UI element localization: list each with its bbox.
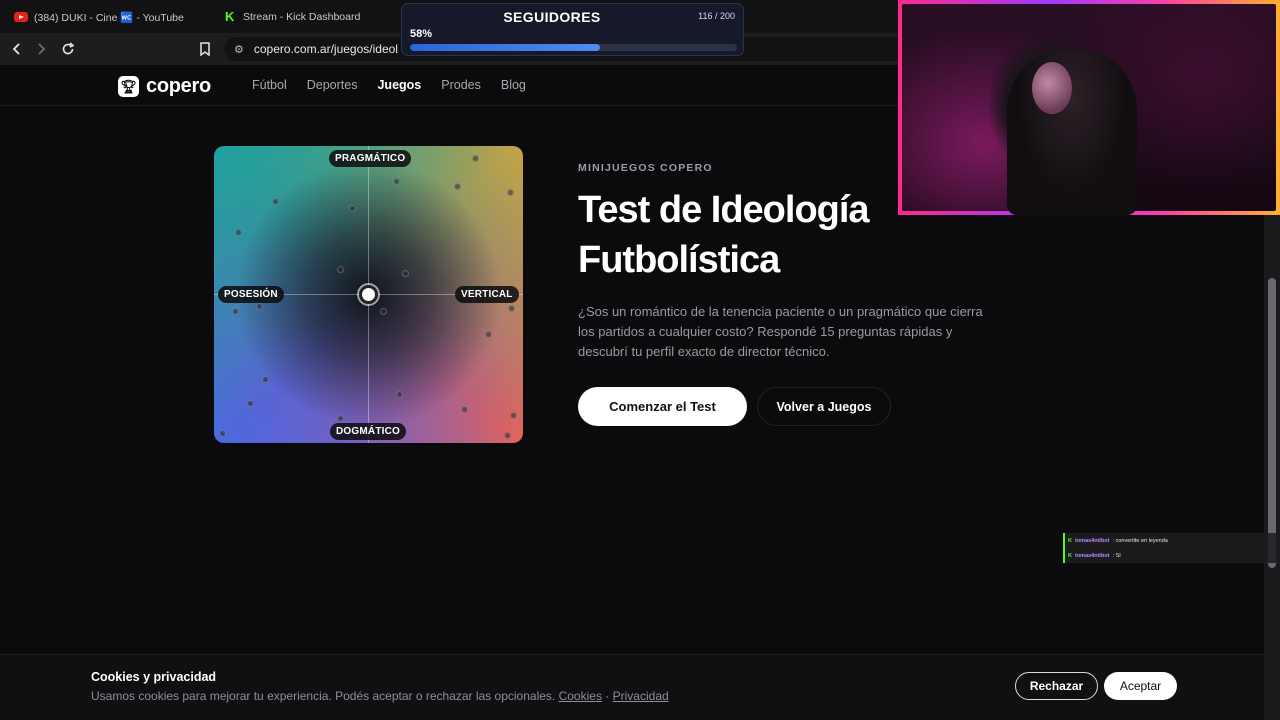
plot-dot (380, 308, 387, 315)
plot-dot (485, 331, 492, 338)
plot-dot (349, 205, 356, 212)
page-description: ¿Sos un romántico de la tenencia pacient… (578, 304, 983, 359)
scrollbar-thumb[interactable] (1268, 278, 1276, 568)
nav-item-blog[interactable]: Blog (501, 78, 526, 92)
plot-dot (219, 430, 226, 437)
chat-text: : SI (1112, 552, 1121, 559)
privacy-link[interactable]: Privacidad (613, 689, 669, 703)
link-separator: · (605, 689, 610, 703)
ideology-compass: PRAGMÁTICO DOGMÁTICO POSESIÓN VERTICAL (214, 146, 523, 443)
plot-dot (247, 400, 254, 407)
cookie-title: Cookies y privacidad (91, 670, 217, 684)
reject-cookies-button[interactable]: Rechazar (1015, 672, 1098, 700)
plot-dot (256, 303, 263, 310)
nav-item-juegos[interactable]: Juegos (377, 78, 421, 92)
forward-button[interactable] (31, 39, 51, 59)
followers-progress-fill (410, 44, 600, 51)
plot-dot (337, 266, 344, 273)
plot-dot (508, 305, 515, 312)
label-posesion: POSESIÓN (218, 286, 284, 303)
back-to-games-button[interactable]: Volver a Juegos (757, 387, 891, 426)
followers-progress-track (410, 44, 737, 51)
arrow-left-icon (12, 43, 20, 55)
url-text: copero.com.ar/juegos/ideol (253, 42, 398, 56)
plot-dot (232, 308, 239, 315)
page-title: Test de Ideología Futbolística (578, 189, 870, 281)
arrow-right-icon (38, 43, 46, 55)
followers-title: SEGUIDORES (503, 9, 601, 25)
kick-icon: K (225, 9, 235, 24)
chat-username: tomas4ntibot (1074, 537, 1110, 544)
bookmark-icon (200, 42, 210, 56)
label-pragmatico: PRAGMÁTICO (329, 150, 412, 167)
brand-name: copero (146, 75, 211, 97)
tab-youtube[interactable]: (384) DUKI - Cine 🚾 - YouTube (14, 6, 184, 28)
reload-icon (62, 42, 75, 55)
plot-dot (393, 178, 400, 185)
plot-dot (396, 391, 403, 398)
streamer-face (1032, 62, 1072, 114)
chat-text: : convertite en leyenda (1112, 537, 1168, 544)
nav-item-prodes[interactable]: Prodes (441, 78, 481, 92)
site-settings-icon[interactable]: ⚙ (234, 43, 244, 56)
webcam-feed (902, 4, 1276, 215)
plot-dot (507, 189, 514, 196)
plot-dot (235, 229, 242, 236)
followers-goal-widget: SEGUIDORES 116 / 200 58% (401, 3, 744, 56)
tab-title: (384) DUKI - Cine 🚾 - YouTube (34, 11, 184, 24)
plot-dot (402, 270, 409, 277)
plot-dot (262, 376, 269, 383)
nav-item-futbol[interactable]: Fútbol (252, 78, 287, 92)
cookie-message: Usamos cookies para mejorar tu experienc… (91, 689, 556, 703)
bookmark-button[interactable] (195, 39, 215, 59)
reload-button[interactable] (58, 39, 78, 59)
chat-overlay: K tomas4ntibot : convertite en leyenda K… (1063, 533, 1280, 563)
kick-icon: K (1068, 552, 1072, 559)
chat-message: K tomas4ntibot : SI (1063, 548, 1280, 563)
followers-percent: 58% (410, 28, 433, 40)
center-marker (359, 285, 378, 304)
plot-dot (337, 415, 344, 422)
plot-dot (461, 406, 468, 413)
main-nav: Fútbol Deportes Juegos Prodes Blog (252, 78, 526, 92)
start-test-button[interactable]: Comenzar el Test (578, 387, 747, 426)
nav-item-deportes[interactable]: Deportes (307, 78, 358, 92)
label-vertical: VERTICAL (455, 286, 519, 303)
brand-logo[interactable]: 🏆︎ copero (118, 75, 211, 98)
cookies-link[interactable]: Cookies (559, 689, 602, 703)
plot-dot (510, 412, 517, 419)
cookie-text: Usamos cookies para mejorar tu experienc… (91, 689, 669, 703)
cookie-banner: Cookies y privacidad Usamos cookies para… (0, 654, 1264, 720)
plot-dot (504, 432, 511, 439)
eyebrow-label: MINIJUEGOS COPERO (578, 162, 713, 174)
plot-dot (272, 198, 279, 205)
chat-username: tomas4ntibot (1074, 552, 1110, 559)
streamer-silhouette (1007, 49, 1137, 215)
plot-dot (472, 155, 479, 162)
tab-title: Stream - Kick Dashboard (243, 11, 361, 23)
webcam-overlay (898, 0, 1280, 215)
tab-kick-dashboard[interactable]: K Stream - Kick Dashboard (225, 6, 360, 28)
kick-icon: K (1068, 537, 1072, 544)
chat-message: K tomas4ntibot : convertite en leyenda (1063, 533, 1280, 548)
followers-count: 116 / 200 (698, 11, 735, 21)
plot-dot (454, 183, 461, 190)
back-button[interactable] (7, 39, 27, 59)
accept-cookies-button[interactable]: Aceptar (1104, 672, 1177, 700)
label-dogmatico: DOGMÁTICO (330, 423, 407, 440)
trophy-icon: 🏆︎ (118, 76, 139, 97)
youtube-icon (14, 12, 28, 22)
